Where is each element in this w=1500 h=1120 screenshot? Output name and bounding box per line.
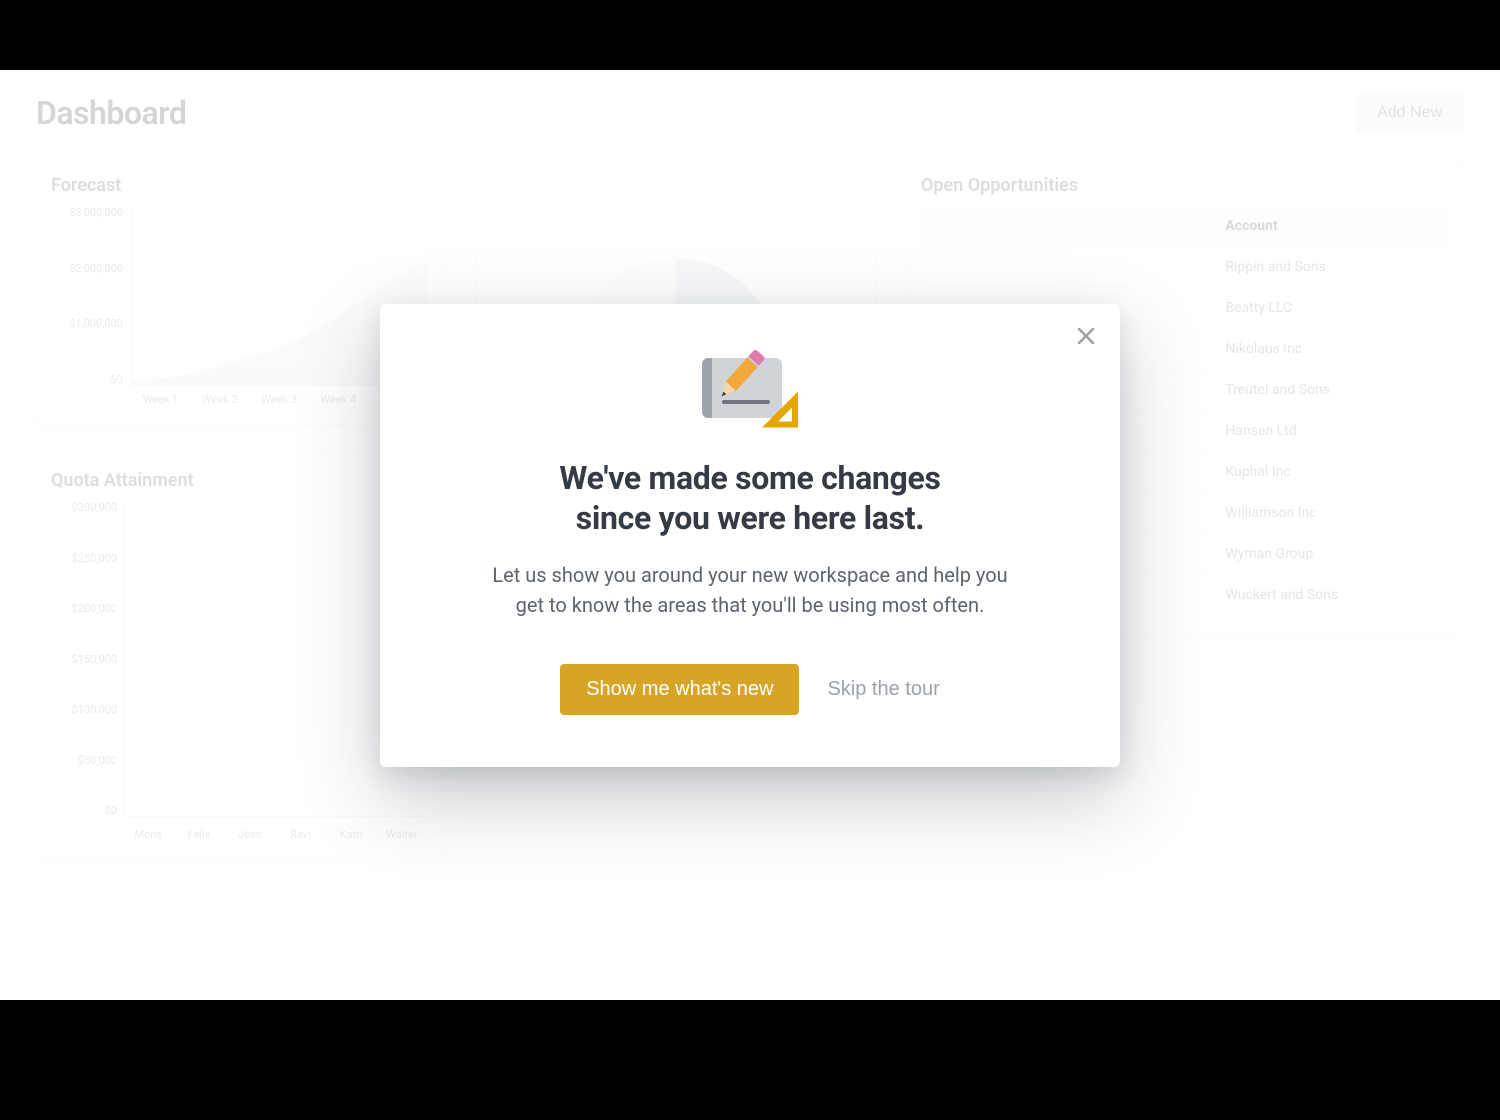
modal-title-line1: We've made some changes xyxy=(559,459,940,497)
show-whats-new-button[interactable]: Show me what's new xyxy=(560,664,799,715)
app-viewport: Dashboard Add New Forecast $3,000,000 $2… xyxy=(0,70,1500,1000)
modal-actions: Show me what's new Skip the tour xyxy=(440,664,1060,715)
onboarding-modal: We've made some changes since you were h… xyxy=(380,304,1120,767)
modal-title: We've made some changes since you were h… xyxy=(440,458,1060,538)
modal-overlay[interactable]: We've made some changes since you were h… xyxy=(0,70,1500,1000)
letterbox-top xyxy=(0,0,1500,70)
modal-title-line2: since you were here last. xyxy=(576,499,925,537)
skip-tour-button[interactable]: Skip the tour xyxy=(827,678,939,701)
close-icon xyxy=(1076,326,1096,346)
letterbox-bottom xyxy=(0,1000,1500,1120)
pencil-ruler-icon xyxy=(702,348,798,428)
modal-body: Let us show you around your new workspac… xyxy=(490,560,1010,620)
close-button[interactable] xyxy=(1072,322,1100,350)
